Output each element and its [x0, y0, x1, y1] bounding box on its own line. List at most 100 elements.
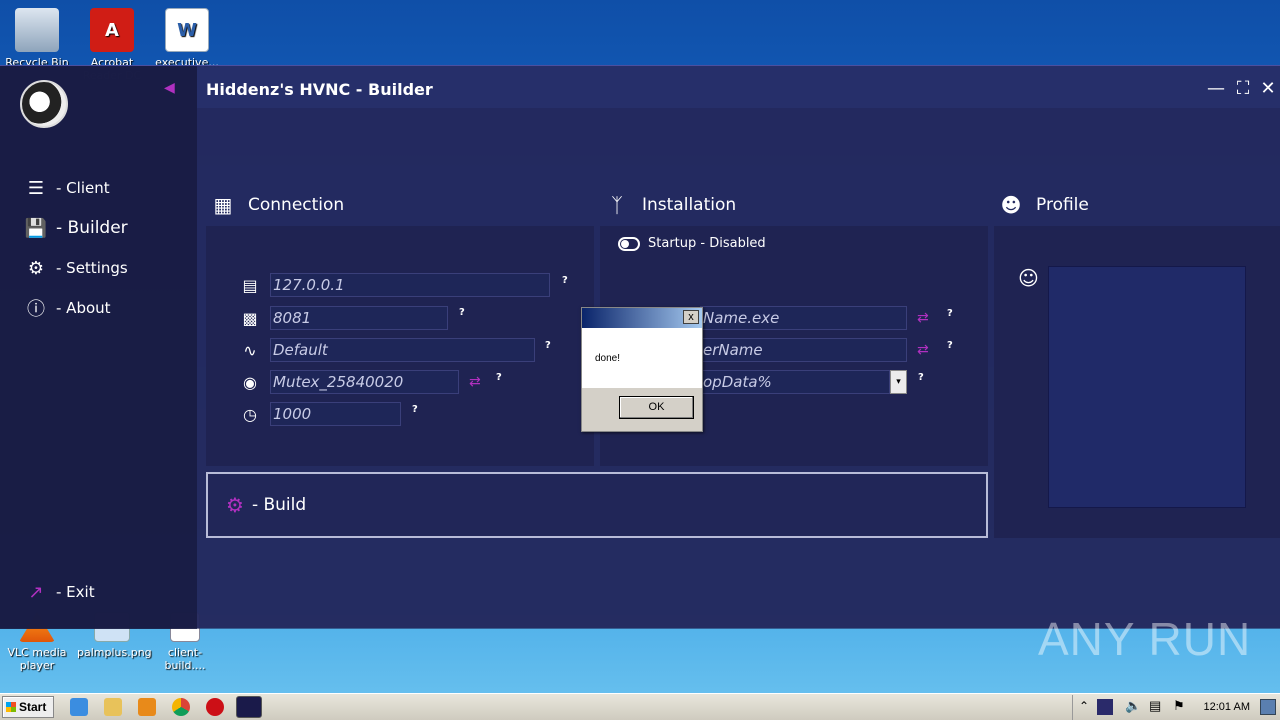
section-title: Connection [248, 195, 345, 215]
message-dialog: x done! OK [581, 307, 703, 432]
help-icon[interactable]: ? [545, 340, 551, 351]
dropdown-arrow-icon[interactable]: ▾ [890, 370, 907, 394]
desktop-icon-word-doc[interactable]: W executive... [152, 8, 222, 69]
shuffle-icon[interactable]: ⇄ [917, 310, 929, 326]
sidebar-item-builder[interactable]: 💾 - Builder [24, 216, 128, 240]
desktop-icon-recycle-bin[interactable]: Recycle Bin [2, 8, 72, 69]
path-row: ▾ [700, 370, 907, 394]
dialog-ok-button[interactable]: OK [619, 396, 694, 419]
network-icon: ▦ [213, 193, 233, 217]
section-title: Profile [1036, 195, 1089, 215]
desktop-icon-label: client-build.... [164, 646, 206, 672]
code-branch-icon: ᛉ [611, 193, 623, 217]
user-icon: ☺ [1018, 266, 1039, 290]
sidebar-item-about[interactable]: ⓘ - About [24, 296, 111, 320]
save-icon: 💾 [24, 217, 48, 239]
collapse-sidebar-icon[interactable]: ◀ [164, 80, 178, 96]
ip-row: ▤ [238, 273, 550, 297]
shuffle-icon[interactable]: ⇄ [917, 342, 929, 358]
startup-label: Startup - Disabled [648, 236, 766, 251]
server-icon: ▤ [242, 275, 258, 295]
fingerprint-icon: ◉ [243, 372, 257, 392]
filename-input[interactable] [700, 306, 907, 330]
help-icon[interactable]: ? [562, 275, 568, 286]
mutex-row: ◉ ⇄ [238, 370, 481, 394]
gears-icon: ⚙ [27, 257, 45, 279]
clock[interactable]: 12:01 AM [1204, 701, 1250, 713]
opera-icon[interactable] [206, 698, 224, 716]
help-icon[interactable]: ? [947, 308, 953, 319]
install-path-select[interactable] [700, 370, 890, 394]
dialog-titlebar: x [582, 308, 702, 328]
installation-header: ᛉ Installation [604, 192, 736, 218]
sidebar-item-label: - Client [56, 179, 110, 197]
help-icon[interactable]: ? [459, 307, 465, 318]
sidebar-item-label: - About [56, 299, 111, 317]
avatar [20, 80, 68, 128]
tag-input[interactable] [270, 338, 535, 362]
sidebar-item-exit[interactable]: ↗ - Exit [24, 580, 95, 604]
profile-image-box[interactable] [1048, 266, 1246, 508]
action-center-flag-icon[interactable]: ⚑ [1173, 698, 1185, 714]
mutex-input[interactable] [270, 370, 459, 394]
sidebar-item-client[interactable]: ☰ - Client [24, 176, 110, 200]
anyrun-watermark: ANY RUN [1038, 613, 1252, 665]
toggle-icon [618, 236, 640, 251]
volume-icon[interactable]: 🔈 [1125, 698, 1141, 714]
desktop-icon-label: palmplus.png [77, 646, 152, 659]
username-row: ⇄ [700, 338, 929, 362]
maximize-button[interactable]: ⛶ [1232, 78, 1254, 99]
startup-toggle[interactable]: Startup - Disabled [618, 236, 766, 251]
help-icon[interactable]: ? [918, 372, 924, 383]
sidebar-item-label: - Builder [56, 218, 128, 238]
delay-input[interactable] [270, 402, 401, 426]
profile-header: ☻ Profile [998, 192, 1089, 218]
dialog-message: done! [595, 353, 621, 364]
port-row: ▩ [238, 306, 448, 330]
start-button[interactable]: Start [2, 696, 54, 718]
users-icon: ☻ [1000, 193, 1022, 217]
sidebar-item-label: - Settings [56, 259, 128, 277]
tag-row: ∿ [238, 338, 535, 362]
info-icon: ⓘ [27, 299, 45, 320]
ethernet-icon: ▩ [242, 308, 258, 328]
ip-input[interactable] [270, 273, 550, 297]
desktop-icon-label: VLC media player [7, 646, 67, 672]
filename-row: ⇄ [700, 306, 929, 330]
media-player-icon[interactable] [138, 698, 156, 716]
close-button[interactable]: ✕ [1257, 78, 1279, 99]
build-button[interactable]: ⚙ - Build [206, 472, 988, 538]
minimize-button[interactable]: — [1205, 78, 1227, 99]
sidebar: ◀ ☰ - Client 💾 - Builder ⚙ - Settings ⓘ … [0, 66, 197, 629]
help-icon[interactable]: ? [412, 404, 418, 415]
external-link-icon: ↗ [28, 581, 44, 603]
network-tray-icon[interactable]: ▤ [1149, 698, 1161, 714]
acrobat-icon: A [90, 8, 134, 52]
shuffle-icon[interactable]: ⇄ [469, 374, 481, 390]
connection-header: ▦ Connection [210, 192, 345, 218]
window-title: Hiddenz's HVNC - Builder [206, 80, 433, 99]
username-input[interactable] [700, 338, 907, 362]
port-input[interactable] [270, 306, 448, 330]
section-title: Installation [642, 195, 737, 215]
help-icon[interactable]: ? [947, 340, 953, 351]
show-desktop-button[interactable] [1260, 699, 1276, 715]
show-hidden-icons[interactable]: ⌃ [1079, 699, 1089, 713]
sidebar-item-label: - Exit [56, 583, 95, 601]
ie-icon[interactable] [70, 698, 88, 716]
hvnc-taskbar-button[interactable] [236, 696, 262, 718]
taskbar: Start ⌃ 🔈 ▤ ⚑ 12:01 AM [0, 693, 1280, 720]
recycle-bin-icon [15, 8, 59, 52]
system-tray: ⌃ 🔈 ▤ ⚑ 12:01 AM [1072, 695, 1280, 720]
dialog-close-button[interactable]: x [683, 310, 699, 324]
hvnc-tray-icon[interactable] [1097, 699, 1113, 715]
sidebar-item-settings[interactable]: ⚙ - Settings [24, 256, 128, 280]
chrome-icon[interactable] [172, 698, 190, 716]
clock-icon: ◷ [243, 404, 257, 424]
dialog-body: done! [582, 328, 702, 388]
gears-icon: ⚙ [226, 493, 244, 517]
help-icon[interactable]: ? [496, 372, 502, 383]
word-document-icon: W [165, 8, 209, 52]
folder-icon[interactable] [104, 698, 122, 716]
delay-row: ◷ [238, 402, 401, 426]
